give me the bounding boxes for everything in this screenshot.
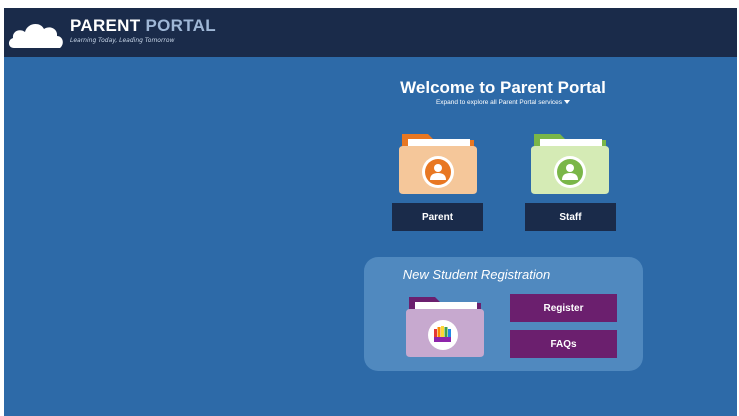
registration-folder-icon[interactable] <box>404 293 486 359</box>
staff-button[interactable]: Staff <box>525 203 616 231</box>
welcome-block: Welcome to Parent Portal Expand to explo… <box>384 78 622 106</box>
top-header: PARENT PORTAL Learning Today, Leading To… <box>4 8 737 57</box>
parent-folder-icon[interactable] <box>397 130 479 196</box>
faqs-button[interactable]: FAQs <box>510 330 617 358</box>
registration-title: New Student Registration <box>402 267 551 282</box>
parent-button[interactable]: Parent <box>392 203 483 231</box>
registration-panel: New Student Registration Register FAQs <box>364 257 643 371</box>
caret-down-icon <box>564 100 571 105</box>
brand-tagline: Learning Today, Leading Tomorrow <box>70 37 175 44</box>
welcome-title: Welcome to Parent Portal <box>400 78 606 97</box>
brand-title: PARENT PORTAL <box>70 16 216 36</box>
brand-primary: PARENT <box>70 16 141 35</box>
brand-secondary: PORTAL <box>145 16 216 35</box>
cloud-logo-icon <box>8 23 63 48</box>
welcome-expand-toggle[interactable]: Expand to explore all Parent Portal serv… <box>384 99 622 106</box>
brand-block: PARENT PORTAL Learning Today, Leading To… <box>70 16 216 44</box>
welcome-subtitle: Expand to explore all Parent Portal serv… <box>435 99 563 106</box>
app-frame: PARENT PORTAL Learning Today, Leading To… <box>4 8 737 416</box>
staff-folder-icon[interactable] <box>529 130 611 196</box>
register-button[interactable]: Register <box>510 294 617 322</box>
